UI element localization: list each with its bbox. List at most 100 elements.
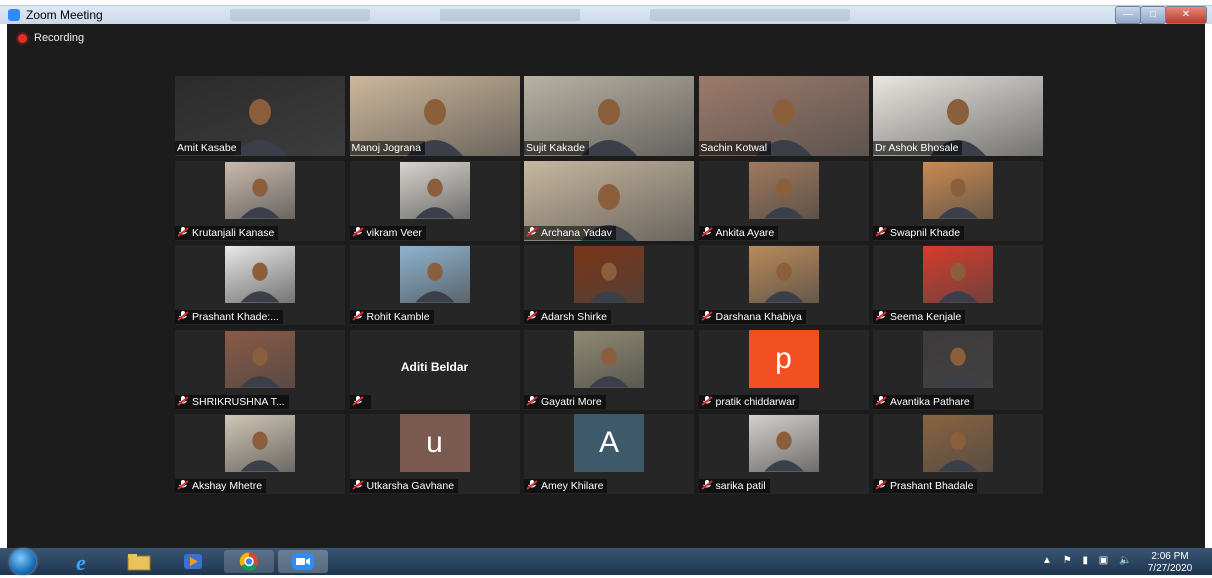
- participant-tile[interactable]: Darshana Khabiya: [698, 245, 869, 325]
- participant-name: Archana Yadav: [541, 226, 612, 239]
- participant-tile[interactable]: Archana Yadav: [524, 160, 694, 241]
- participant-tile[interactable]: SHRIKRUSHNA T...: [175, 329, 345, 410]
- muted-mic-icon: [351, 480, 367, 492]
- participant-label: Darshana Khabiya: [698, 310, 806, 324]
- participant-tile[interactable]: Sujit Kakade: [524, 76, 694, 156]
- participant-tile[interactable]: Ankita Ayare: [698, 160, 869, 241]
- participant-tile[interactable]: Swapnil Khade: [873, 160, 1043, 241]
- participant-name: Utkarsha Gavhane: [366, 480, 455, 492]
- participant-label: Sachin Kotwal: [698, 141, 772, 155]
- participant-avatar: u: [399, 414, 470, 472]
- participant-name-center: Aditi Beldar: [400, 359, 469, 374]
- media-player-icon[interactable]: [178, 550, 208, 573]
- participant-tile[interactable]: Seema Kenjale: [873, 245, 1043, 325]
- participant-video: [399, 161, 470, 219]
- participant-label: sarika patil: [698, 479, 770, 493]
- internet-explorer-icon[interactable]: e: [72, 550, 98, 575]
- zoom-app-icon: [8, 9, 20, 21]
- participant-name: sarika patil: [715, 480, 766, 492]
- action-center-flag-icon[interactable]: ⚑: [1063, 555, 1072, 566]
- muted-mic-icon: [875, 480, 890, 492]
- participant-name: Amey Khilare: [541, 480, 604, 492]
- participant-tile[interactable]: Rohit Kamble: [349, 245, 520, 325]
- participant-tile[interactable]: Akshay Mhetre: [175, 414, 345, 494]
- participant-name: Seema Kenjale: [890, 311, 962, 323]
- participant-name: Avantika Pathare: [890, 395, 970, 408]
- participant-name: Prashant Khade:...: [192, 311, 279, 323]
- muted-mic-icon: [526, 395, 541, 408]
- chrome-icon[interactable]: [224, 550, 274, 573]
- volume-icon[interactable]: 🔈: [1119, 555, 1131, 566]
- muted-mic-icon: [526, 311, 541, 323]
- maximize-button[interactable]: □: [1140, 6, 1166, 24]
- file-explorer-icon[interactable]: [124, 550, 154, 573]
- participant-tile[interactable]: Prashant Khade:...: [175, 245, 345, 325]
- recording-indicator[interactable]: Recording: [18, 32, 84, 44]
- muted-mic-icon: [700, 480, 716, 492]
- network-icon[interactable]: ▣: [1099, 555, 1108, 566]
- muted-mic-icon: [700, 311, 716, 323]
- participant-label: pratik chiddarwar: [698, 394, 800, 409]
- participant-tile[interactable]: Sachin Kotwal: [698, 76, 869, 156]
- participant-name: Adarsh Shirke: [541, 311, 607, 323]
- participant-name: pratik chiddarwar: [715, 395, 796, 408]
- participant-label: Seema Kenjale: [873, 310, 966, 324]
- participant-name: Dr Ashok Bhosale: [875, 142, 959, 154]
- muted-mic-icon: [526, 226, 541, 239]
- participant-name: Akshay Mhetre: [192, 480, 263, 492]
- windows-start-icon[interactable]: [10, 549, 36, 575]
- minimize-button[interactable]: —: [1115, 6, 1141, 24]
- participant-tile[interactable]: Krutanjali Kanase: [175, 160, 345, 241]
- participant-video: [399, 246, 470, 303]
- participant-name: Manoj Jograna: [351, 142, 421, 154]
- participant-video: [225, 161, 295, 219]
- record-icon: [18, 33, 27, 43]
- participant-label: [349, 394, 371, 409]
- recording-label: Recording: [34, 32, 85, 44]
- close-button[interactable]: ✕: [1165, 6, 1207, 24]
- participant-tile[interactable]: Prashant Bhadale: [873, 414, 1043, 494]
- participant-name: Krutanjali Kanase: [192, 226, 275, 239]
- participant-label: Amey Khilare: [524, 479, 608, 493]
- muted-mic-icon: [177, 480, 192, 492]
- participant-name: SHRIKRUSHNA T...: [192, 395, 285, 408]
- participant-name: Darshana Khabiya: [715, 311, 802, 323]
- participant-tile[interactable]: Adarsh Shirke: [524, 245, 694, 325]
- participant-name: Amit Kasabe: [177, 142, 237, 154]
- show-hidden-icons-icon[interactable]: ▲: [1042, 555, 1052, 566]
- participant-tile[interactable]: u Utkarsha Gavhane: [349, 414, 520, 494]
- system-tray[interactable]: ▲ ⚑ ▮ ▣ 🔈: [1042, 555, 1131, 566]
- battery-icon[interactable]: ▮: [1082, 555, 1088, 566]
- participant-tile[interactable]: Dr Ashok Bhosale: [873, 76, 1043, 156]
- muted-mic-icon: [177, 311, 192, 323]
- clock-date: 7/27/2020: [1147, 563, 1193, 574]
- participant-name: Gayatri More: [541, 395, 602, 408]
- participant-name: Rohit Kamble: [366, 311, 430, 323]
- participant-tile[interactable]: Manoj Jograna: [349, 76, 520, 156]
- meeting-area: Recording Amit Kasabe Manoj Jograna Sujit …: [7, 24, 1205, 548]
- participant-tile[interactable]: vikram Veer: [349, 160, 520, 241]
- muted-mic-icon: [351, 395, 367, 408]
- clock-time: 2:06 PM: [1151, 551, 1189, 562]
- participant-name: vikram Veer: [366, 226, 422, 239]
- background-tab-ghost: [650, 9, 850, 21]
- participant-label: vikram Veer: [349, 225, 426, 240]
- participant-tile[interactable]: A Amey Khilare: [524, 414, 694, 494]
- participant-video: [748, 415, 819, 472]
- background-tab-ghost: [440, 9, 580, 21]
- participant-tile[interactable]: sarika patil: [698, 414, 869, 494]
- participant-label: Prashant Bhadale: [873, 479, 978, 493]
- participant-tile[interactable]: Amit Kasabe: [175, 76, 345, 156]
- windows-taskbar: e ▲ ⚑ ▮ ▣ 🔈 2:06 PM 7/27/2020: [0, 548, 1212, 575]
- participant-video: [225, 330, 295, 388]
- taskbar-clock[interactable]: 2:06 PM 7/27/2020: [1140, 551, 1200, 575]
- zoom-icon[interactable]: [278, 550, 328, 573]
- participant-tile[interactable]: p pratik chiddarwar: [698, 329, 869, 410]
- participant-label: Sujit Kakade: [524, 141, 589, 155]
- participant-tile[interactable]: Avantika Pathare: [873, 329, 1043, 410]
- participant-label: Amit Kasabe: [175, 141, 241, 155]
- participant-tile[interactable]: Gayatri More: [524, 329, 694, 410]
- participant-tile[interactable]: Aditi Beldar: [349, 329, 520, 410]
- participant-label: Rohit Kamble: [349, 310, 434, 324]
- background-tab-ghost: [230, 9, 370, 21]
